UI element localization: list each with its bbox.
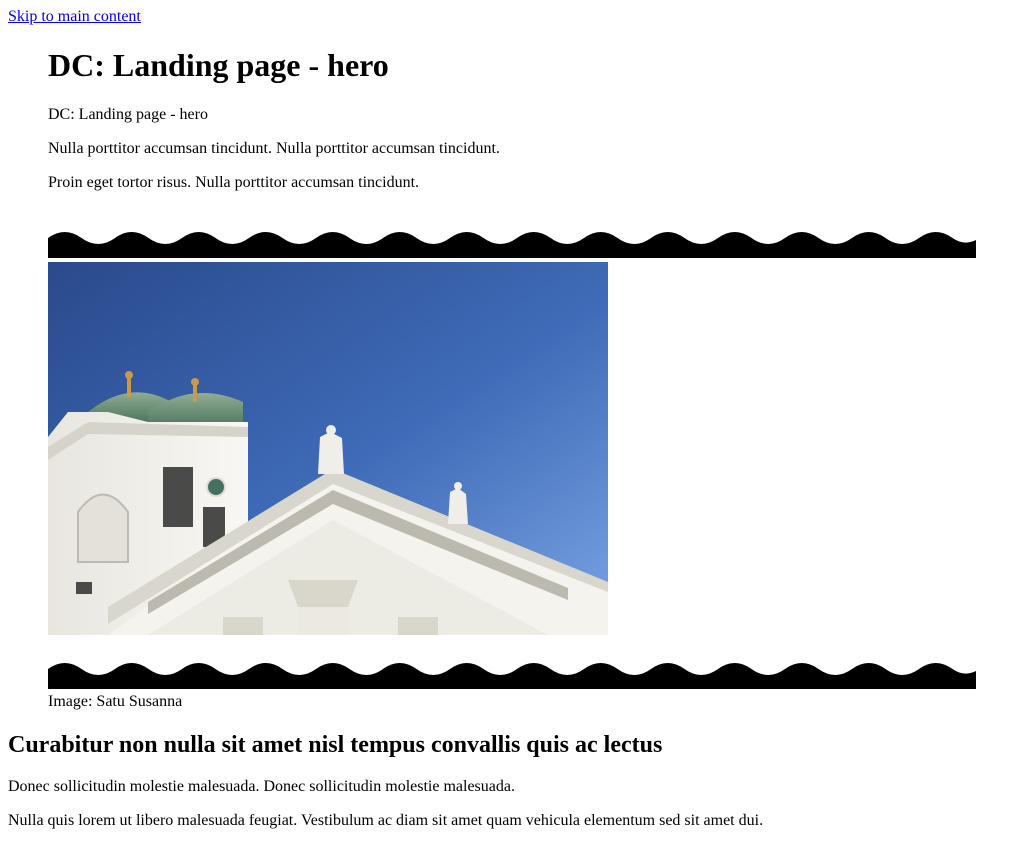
hero-paragraph-1: Nulla porttitor accumsan tincidunt. Null…	[48, 140, 500, 157]
wave-divider-top	[48, 232, 976, 258]
section-heading: Curabitur non nulla sit amet nisl tempus…	[8, 732, 663, 758]
wave-divider-bottom	[48, 663, 976, 689]
skip-to-main-link[interactable]: Skip to main content	[8, 7, 141, 26]
section-paragraph-2: Nulla quis lorem ut libero malesuada feu…	[8, 812, 764, 829]
hero-paragraph-2: Proin eget tortor risus. Nulla porttitor…	[48, 174, 420, 191]
section-paragraph-1: Donec sollicitudin molestie malesuada. D…	[8, 778, 515, 795]
page: Skip to main content DC: Landing page - …	[0, 0, 1024, 846]
page-title: DC: Landing page - hero	[48, 47, 389, 83]
hero-image	[48, 262, 608, 635]
hero-subtitle: DC: Landing page - hero	[48, 106, 208, 123]
image-credit: Image: Satu Susanna	[48, 693, 183, 710]
